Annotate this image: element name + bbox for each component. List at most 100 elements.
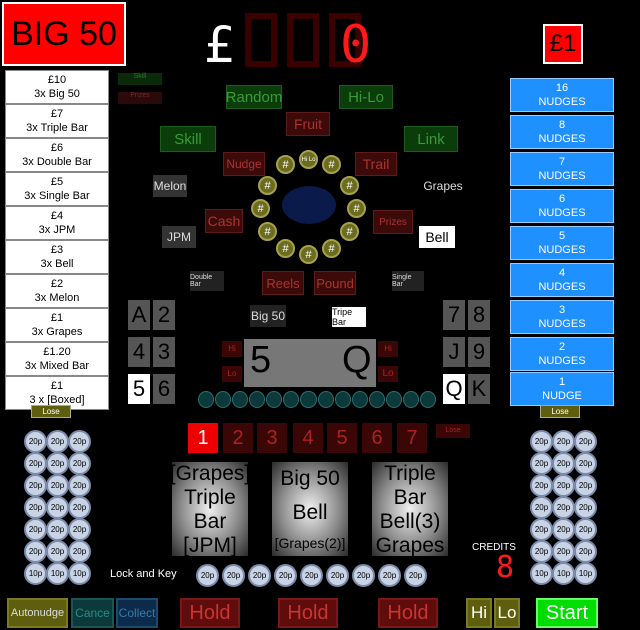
trail-step: # <box>322 155 341 174</box>
trail-step: # <box>276 155 295 174</box>
trail-centre <box>282 186 336 224</box>
hold-button-2[interactable]: Hold <box>278 598 338 628</box>
stake-indicator[interactable]: £1 <box>543 24 583 64</box>
feature-grapes: Grapes <box>423 179 463 193</box>
feature-reels: Reels <box>262 271 304 295</box>
hilo-current-card: 5 <box>250 339 272 381</box>
autonudge-button[interactable]: Autonudge <box>7 598 68 628</box>
coin: 20p <box>68 474 91 497</box>
feature-nudge: Nudge <box>223 152 265 176</box>
number-trail-step: 1 <box>188 423 218 453</box>
coin: 20p <box>574 518 597 541</box>
coin: 20p <box>196 564 219 587</box>
mini-coin <box>402 391 420 408</box>
hold-button-1[interactable]: Hold <box>180 598 240 628</box>
coin-row-bottom: 20p 20p 20p 20p 20p 20p 20p 20p 20p <box>196 564 427 587</box>
collect-button[interactable]: Collect <box>116 598 158 628</box>
lock-and-key-label: Lock and Key <box>110 568 177 580</box>
coin: 20p <box>222 564 245 587</box>
coin: 20p <box>46 540 69 563</box>
hilo-lo-lamp-left: Lo <box>222 366 242 382</box>
coin: 20p <box>68 540 91 563</box>
mini-coin <box>300 391 317 408</box>
cancel-button[interactable]: Cance <box>71 598 114 628</box>
nudge-ladder-step: 4 NUDGES <box>510 263 614 297</box>
coin: 20p <box>300 564 323 587</box>
coin: 20p <box>574 540 597 563</box>
feature-jpm: JPM <box>162 226 196 248</box>
lo-button[interactable]: Lo <box>494 598 520 628</box>
coin: 10p <box>574 562 597 585</box>
mini-coin-row <box>198 391 437 408</box>
game-title: BIG 50 <box>2 2 126 66</box>
reel-3: Triple Bar Bell(3) Grapes <box>372 462 448 557</box>
coin: 20p <box>24 474 47 497</box>
card-tile: 3 <box>153 337 175 367</box>
feature-skill: Skill <box>160 126 216 152</box>
coin: 10p <box>552 562 575 585</box>
coin: 20p <box>24 452 47 475</box>
hilo-next-card: Q <box>342 339 372 381</box>
coin: 20p <box>530 518 553 541</box>
coin: 20p <box>530 474 553 497</box>
start-button[interactable]: Start <box>536 598 598 628</box>
coin: 20p <box>552 518 575 541</box>
coin: 20p <box>24 430 47 453</box>
cash-display-digit: 0 <box>340 15 371 70</box>
number-trail-step: 6 <box>362 423 392 453</box>
hold-button-3[interactable]: Hold <box>378 598 438 628</box>
trail-step: Hi Lo <box>299 150 318 169</box>
coin: 10p <box>530 562 553 585</box>
feature-bell: Bell <box>419 226 455 248</box>
coin: 20p <box>530 452 553 475</box>
trail-step: # <box>258 176 277 195</box>
trail-step: # <box>251 199 270 218</box>
feature-double-bar: Double Bar <box>190 271 224 291</box>
coin: 10p <box>68 562 91 585</box>
coin: 20p <box>46 496 69 519</box>
coin: 20p <box>574 474 597 497</box>
reel-2: Big 50 Bell [Grapes(2)] <box>272 462 348 556</box>
number-trail-step: 7 <box>397 423 427 453</box>
reel-3-bottom: Grapes <box>375 534 445 557</box>
card-tile: 9 <box>468 337 490 367</box>
reel-1-middle: Triple Bar <box>184 486 236 533</box>
number-trail-step: 3 <box>257 423 287 453</box>
card-tile: 6 <box>153 374 175 404</box>
paytable-row: £5 3x Single Bar <box>5 172 109 206</box>
reel-1-bottom: [JPM] <box>183 534 237 557</box>
mini-coin <box>198 391 215 408</box>
feature-triple-bar: Tripe Bar <box>332 307 366 327</box>
card-tile: 7 <box>443 300 465 330</box>
feature-hilo: Hi-Lo <box>339 85 393 109</box>
nudge-ladder-step: 7 NUDGES <box>510 152 614 186</box>
coin: 20p <box>46 474 69 497</box>
nudge-ladder-step: 2 NUDGES <box>510 337 614 371</box>
coin: 20p <box>24 540 47 563</box>
mini-coin <box>317 391 334 408</box>
nudge-ladder-step: 1 NUDGE <box>510 372 614 406</box>
feature-link: Link <box>404 126 458 152</box>
coin: 20p <box>574 452 597 475</box>
hi-button[interactable]: Hi <box>466 598 492 628</box>
status-tab-red: Prizes <box>118 92 162 104</box>
reel-2-middle: Bell <box>292 501 328 524</box>
trail-step: # <box>340 222 359 241</box>
paytable-row: £2 3x Melon <box>5 274 109 308</box>
coin: 20p <box>552 540 575 563</box>
reel-3-middle: Bell(3) <box>379 510 441 533</box>
coin-stack-right: 20p 20p 20p 20p 20p 20p 20p 20p 20p 20p 20p 20p … <box>530 430 597 585</box>
reel-1: [Grapes] Triple Bar [JPM] <box>170 462 250 557</box>
coin: 20p <box>68 452 91 475</box>
coin: 20p <box>530 496 553 519</box>
card-tile: 8 <box>468 300 490 330</box>
coin: 20p <box>574 430 597 453</box>
coin: 20p <box>68 430 91 453</box>
feature-pound: Pound <box>314 271 356 295</box>
feature-big50: Big 50 <box>250 305 286 327</box>
feature-prizes: Prizes <box>373 210 413 234</box>
nudge-ladder-step: 8 NUDGES <box>510 115 614 149</box>
number-trail-step: 5 <box>327 423 357 453</box>
mini-coin <box>385 391 402 408</box>
coin: 20p <box>530 540 553 563</box>
